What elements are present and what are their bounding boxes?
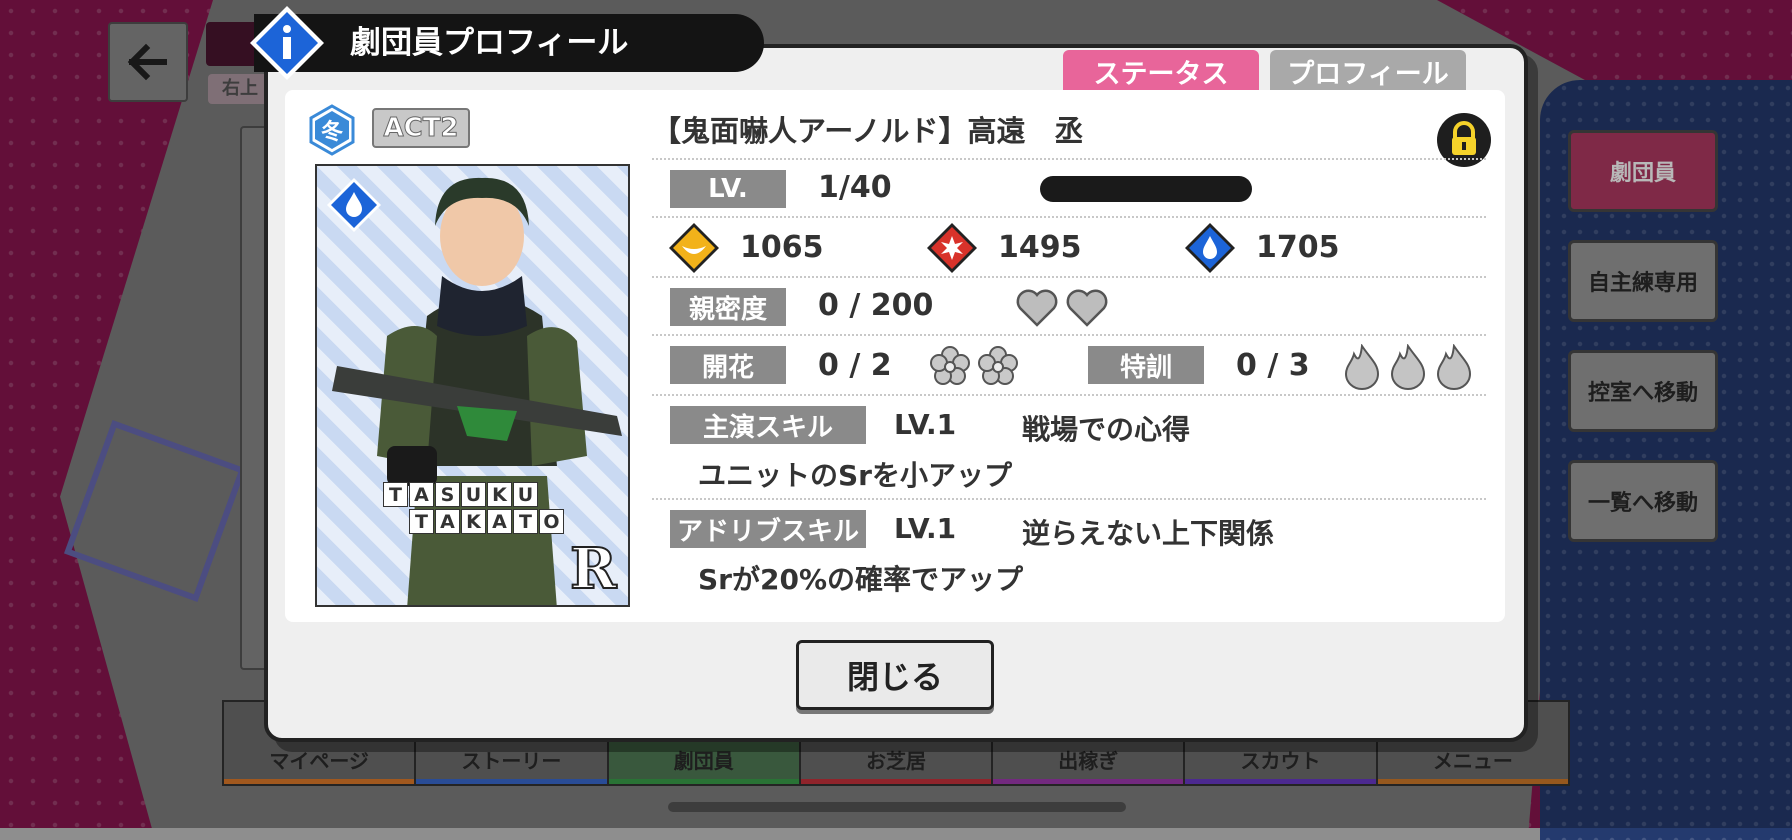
row-divider: [652, 334, 1486, 336]
season-label: 冬: [321, 119, 343, 145]
intimacy-label: 親密度: [670, 288, 786, 326]
heart-icon: [1066, 289, 1108, 327]
row-divider: [652, 394, 1486, 396]
stat-value-1: 1065: [740, 230, 824, 265]
flame-icon: [1436, 344, 1472, 390]
modal-title: 劇団員プロフィール: [254, 14, 764, 72]
main-skill-description: ユニットのSrを小アップ: [698, 459, 1012, 492]
tab-profile[interactable]: プロフィール: [1270, 50, 1466, 92]
card-name-first: TASUKU: [383, 482, 565, 507]
card-name-letter: T: [513, 509, 538, 534]
adlib-skill-label: アドリブスキル: [670, 510, 866, 548]
burst-icon: [927, 223, 977, 273]
stat-value-3: 1705: [1256, 230, 1340, 265]
water-drop-icon: [1185, 223, 1235, 273]
row-divider: [652, 158, 1486, 160]
card-name-letter: A: [409, 482, 434, 507]
flower-icon: [930, 346, 970, 385]
adlib-skill-level: LV.1: [894, 512, 957, 545]
bloom-value: 0 / 2: [818, 348, 892, 383]
exp-bar: [1040, 176, 1252, 202]
card-name-last: TAKATO: [409, 509, 565, 534]
card-title: 【鬼面嚇人アーノルド】高遠 丞: [652, 114, 1084, 148]
heart-icon: [1016, 289, 1058, 327]
card-name-letter: T: [409, 509, 434, 534]
row-divider: [652, 216, 1486, 218]
level-value: 1/40: [818, 170, 892, 205]
flame-icon: [1344, 344, 1380, 390]
card-name-letter: A: [435, 509, 460, 534]
stat-value-2: 1495: [998, 230, 1082, 265]
card-name-letter: A: [487, 509, 512, 534]
tab-status[interactable]: ステータス: [1063, 50, 1259, 92]
flame-icon: [1390, 344, 1426, 390]
card-name-letter: S: [435, 482, 460, 507]
row-divider: [652, 498, 1486, 500]
flower-icon: [978, 346, 1018, 385]
card-name-letter: K: [461, 509, 486, 534]
card-name-plate: TASUKU TAKATO: [383, 482, 565, 536]
card-name-letter: U: [513, 482, 538, 507]
main-skill-label: 主演スキル: [670, 406, 866, 444]
rarity-badge: R: [569, 536, 618, 602]
home-indicator[interactable]: [668, 802, 1126, 812]
intimacy-value: 0 / 200: [818, 288, 934, 323]
row-divider: [652, 276, 1486, 278]
info-icon: [250, 6, 324, 80]
bloom-label: 開花: [670, 346, 786, 384]
sun-crescent-icon: [669, 223, 719, 273]
level-label: LV.: [670, 170, 786, 208]
card-name-letter: U: [461, 482, 486, 507]
training-value: 0 / 3: [1236, 348, 1310, 383]
adlib-skill-description: Srが20%の確率でアップ: [698, 563, 1023, 596]
snowflake-season-icon: 冬: [309, 104, 355, 156]
main-skill-level: LV.1: [894, 408, 957, 441]
act-badge: ACT2: [372, 108, 470, 148]
adlib-skill-name: 逆らえない上下関係: [1022, 517, 1275, 550]
card-name-letter: K: [487, 482, 512, 507]
card-name-letter: T: [383, 482, 408, 507]
card-name-letter: O: [539, 509, 564, 534]
training-label: 特訓: [1088, 346, 1204, 384]
main-skill-name: 戦場での心得: [1022, 413, 1191, 446]
close-button[interactable]: 閉じる: [796, 640, 994, 710]
card-illustration: TASUKU TAKATO R: [315, 164, 630, 607]
